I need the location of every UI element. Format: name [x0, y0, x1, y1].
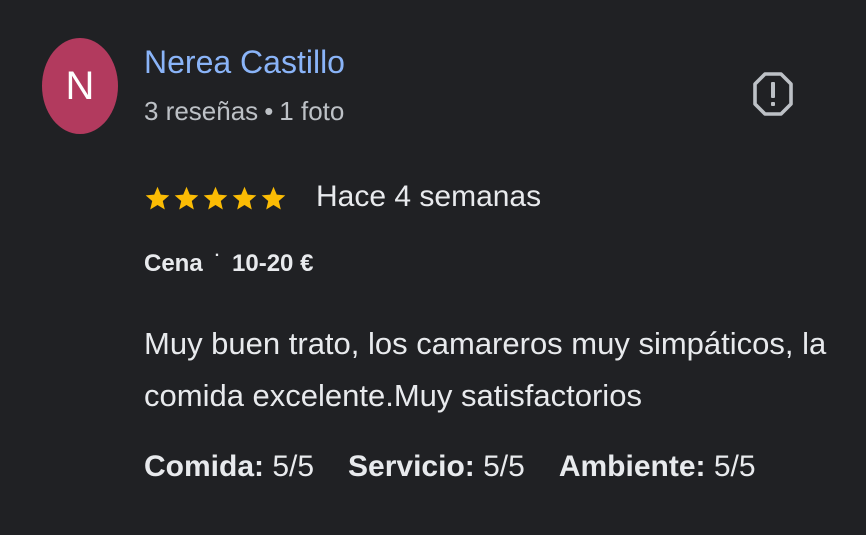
- review-text: Muy buen trato, los camareros muy simpát…: [144, 326, 827, 413]
- star-icon: [203, 186, 228, 210]
- meta-separator: •: [264, 96, 274, 126]
- review-date: Hace 4 semanas: [316, 180, 542, 213]
- tag-separator: ·: [214, 247, 221, 264]
- sub-rating-label: Comida:: [144, 450, 264, 483]
- reviewer-name[interactable]: Nerea Castillo: [144, 44, 345, 81]
- avatar[interactable]: N: [42, 38, 118, 134]
- sub-rating-item: Comida: 5/5: [144, 450, 314, 484]
- sub-rating-value: 5/5: [705, 450, 756, 483]
- star-icon: [232, 186, 257, 210]
- meal-tag: Cena: [144, 250, 203, 277]
- star-rating: [144, 180, 287, 216]
- sub-rating-item: Servicio: 5/5: [348, 450, 525, 484]
- sub-rating-label: Ambiente:: [558, 450, 706, 483]
- sub-rating-label: Servicio:: [348, 450, 475, 483]
- star-icon: [261, 186, 286, 210]
- sub-rating-value: 5/5: [264, 450, 315, 483]
- photos-count: 1 foto: [279, 96, 345, 126]
- star-icon: [145, 186, 170, 210]
- reviewer-meta: 3 reseñas • 1 foto: [144, 96, 344, 127]
- review-card: N Nerea Castillo 3 reseñas • 1 foto Hace 4…: [0, 0, 866, 535]
- price-tag: 10-20 €: [232, 250, 314, 277]
- avatar-initial: N: [65, 63, 95, 108]
- sub-rating-value: 5/5: [474, 450, 525, 483]
- sub-rating-item: Ambiente: 5/5: [559, 450, 756, 484]
- star-icon: [174, 186, 199, 210]
- report-icon[interactable]: [752, 70, 794, 118]
- review-tags: Cena · 10-20 €: [144, 247, 314, 278]
- reviews-count: 3 reseñas: [144, 96, 259, 126]
- sub-ratings: Comida: 5/5 Servicio: 5/5 Ambiente: 5/5: [144, 450, 756, 484]
